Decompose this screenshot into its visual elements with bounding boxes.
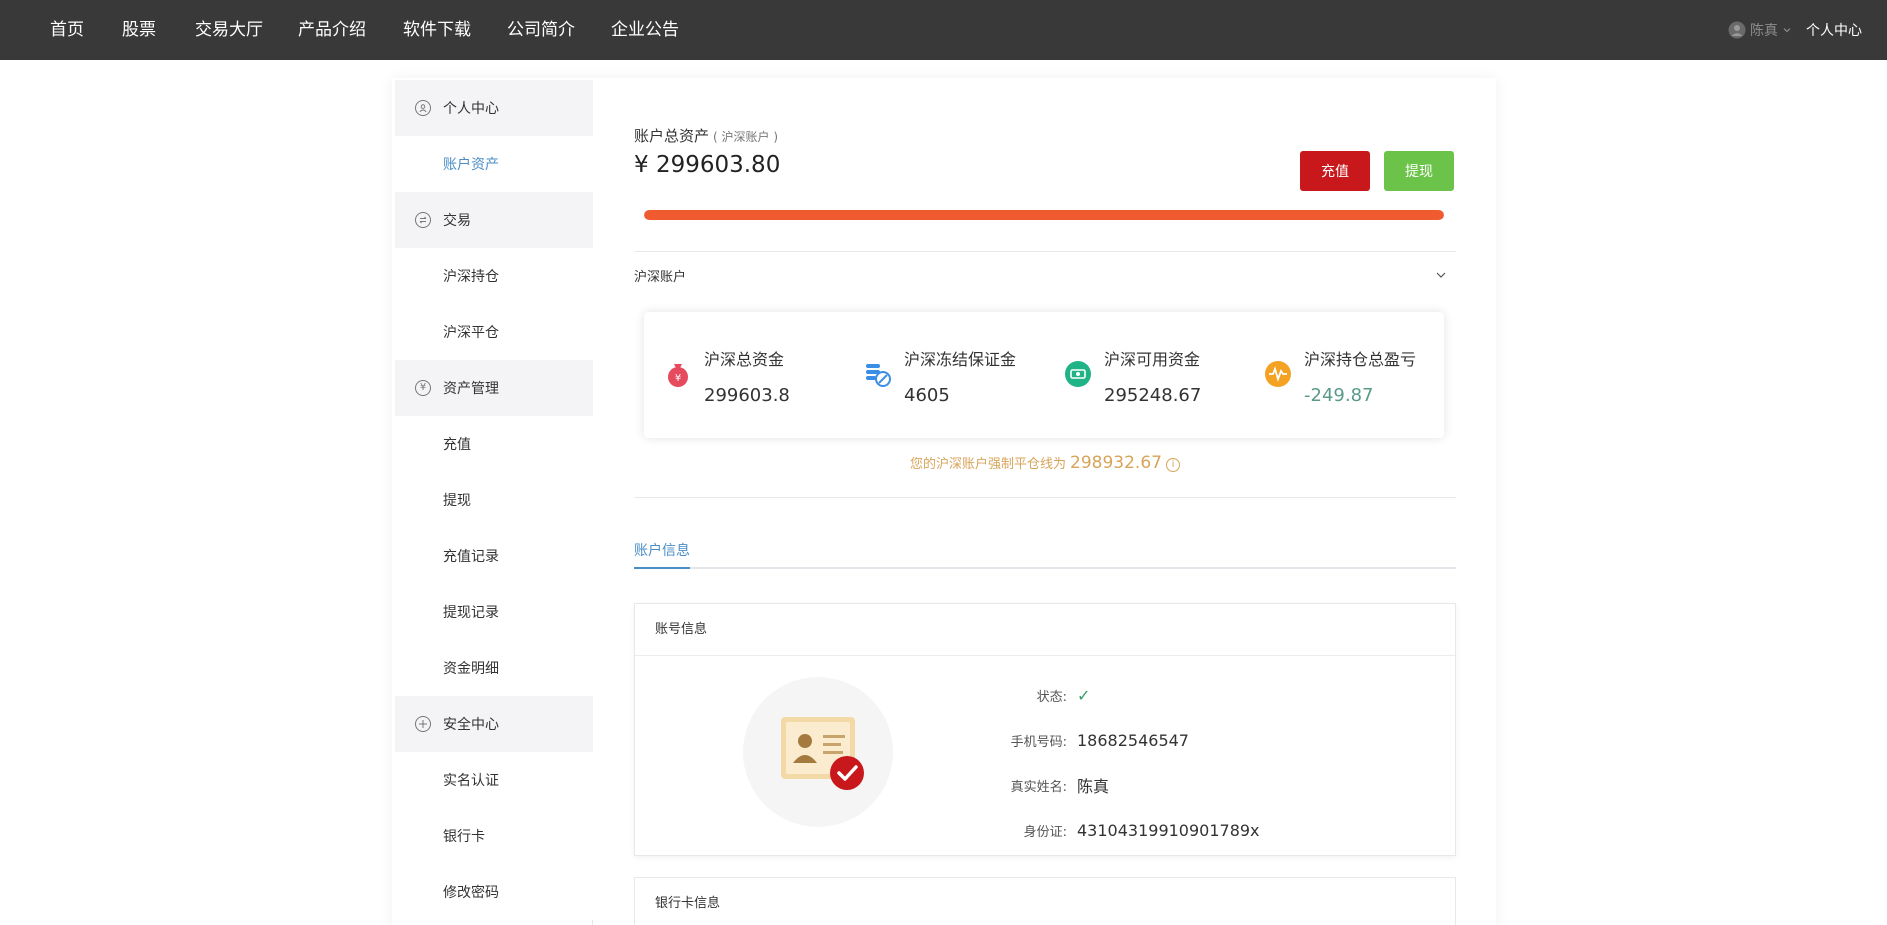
user-center-link[interactable]: 个人中心 (1806, 20, 1862, 40)
stat-value: -249.87 (1304, 385, 1374, 406)
top-nav: 首页 股票 交易大厅 产品介绍 软件下载 公司简介 企业公告 陈真 个人中心 (0, 0, 1887, 60)
bank-info-header: 银行卡信息 (655, 896, 721, 911)
account-info-panel: 账号信息 状态: ✓ 手机号码: 18682546547 真实姓名: 陈真 身份… (634, 603, 1456, 856)
nav-item-products[interactable]: 产品介绍 (298, 0, 366, 60)
asset-progress-bar (644, 210, 1444, 220)
sidebar-item-account-assets[interactable]: 账户资产 (395, 136, 593, 192)
sidebar-group-security: 安全中心 (395, 696, 593, 752)
account-stats: ¥ 沪深总资金 299603.8 沪深冻结保证金 4605 沪深可用资金 295… (644, 312, 1444, 438)
forced-liquidation-value: 298932.67 (1070, 453, 1162, 473)
account-info-header: 账号信息 (635, 604, 1455, 656)
sidebar-item-withdraw-records[interactable]: 提现记录 (395, 584, 593, 640)
stat-label: 沪深可用资金 (1104, 350, 1201, 369)
forced-liquidation-notice: 您的沪深账户强制平仓线为 298932.67 i (634, 453, 1456, 473)
tab-active-indicator (634, 567, 690, 569)
stat-label: 沪深持仓总盈亏 (1304, 350, 1417, 369)
account-section-label: 沪深账户 (634, 270, 687, 285)
sidebar-group-asset-management: ¥ 资产管理 (395, 360, 593, 416)
id-card-verified-icon (743, 677, 893, 827)
nav-item-downloads[interactable]: 软件下载 (403, 0, 471, 60)
info-row-status: 状态: ✓ (955, 680, 1435, 710)
total-assets-subtitle: ( 沪深账户 ) (713, 130, 779, 144)
withdraw-button[interactable]: 提现 (1384, 151, 1454, 191)
sidebar-item-closed-positions[interactable]: 沪深平仓 (395, 304, 593, 360)
info-label: 身份证: (1023, 824, 1067, 840)
total-assets-value: ¥ 299603.80 (634, 152, 781, 178)
stat-frozen-margin: 沪深冻结保证金 4605 (844, 312, 1044, 438)
user-name: 陈真 (1750, 23, 1778, 39)
tab-account-info[interactable]: 账户信息 (634, 540, 690, 560)
recharge-button[interactable]: 充值 (1300, 151, 1370, 191)
chevron-down-icon (1783, 28, 1791, 33)
sidebar-group-label: 个人中心 (443, 101, 499, 117)
user-menu[interactable]: 陈真 (1728, 20, 1792, 40)
sidebar-item-verification[interactable]: 实名认证 (395, 752, 593, 808)
sidebar-group-personal: 个人中心 (395, 80, 593, 136)
stat-available-funds: 沪深可用资金 295248.67 (1044, 312, 1244, 438)
stat-label: 沪深总资金 (704, 350, 785, 369)
stat-label: 沪深冻结保证金 (904, 350, 1017, 369)
pulse-icon (1265, 361, 1291, 387)
avatar-icon (1728, 21, 1746, 39)
sidebar-item-withdraw[interactable]: 提现 (395, 472, 593, 528)
info-label: 手机号码: (1010, 734, 1067, 750)
total-assets-label: 账户总资产 (634, 127, 710, 145)
exchange-icon (415, 212, 431, 228)
total-assets-title: 账户总资产( 沪深账户 ) (634, 125, 778, 146)
user-area: 陈真 个人中心 (1728, 0, 1862, 60)
sidebar-group-label: 交易 (443, 213, 471, 229)
nav-item-stocks[interactable]: 股票 (122, 0, 156, 60)
sidebar-item-change-password[interactable]: 修改密码 (395, 864, 593, 920)
nav-item-announcements[interactable]: 企业公告 (611, 0, 679, 60)
info-icon[interactable]: i (1165, 457, 1180, 472)
sidebar: 个人中心 账户资产 交易 沪深持仓 沪深平仓 ¥ 资产管理 充值 提现 充值记录… (395, 80, 593, 925)
divider (634, 497, 1456, 498)
nav-item-home[interactable]: 首页 (50, 0, 84, 60)
phone-value: 18682546547 (1077, 730, 1189, 750)
sidebar-item-fund-details[interactable]: 资金明细 (395, 640, 593, 696)
sidebar-item-bank-card[interactable]: 银行卡 (395, 808, 593, 864)
user-icon (415, 100, 431, 116)
sidebar-item-recharge-records[interactable]: 充值记录 (395, 528, 593, 584)
sidebar-group-trade: 交易 (395, 192, 593, 248)
yen-icon: ¥ (415, 380, 431, 396)
real-name-value: 陈真 (1077, 777, 1110, 796)
info-label: 真实姓名: (1010, 779, 1067, 795)
shield-icon (415, 716, 431, 732)
stat-total-funds: ¥ 沪深总资金 299603.8 (644, 312, 844, 438)
nav-item-trading-hall[interactable]: 交易大厅 (195, 0, 263, 60)
svg-text:¥: ¥ (675, 373, 681, 384)
stat-value: 295248.67 (1104, 385, 1202, 406)
nav-item-about[interactable]: 公司简介 (507, 0, 575, 60)
divider (634, 251, 1456, 252)
asset-progress-fill (644, 210, 1444, 220)
info-row-real-name: 真实姓名: 陈真 (955, 770, 1435, 800)
sidebar-item-recharge[interactable]: 充值 (395, 416, 593, 472)
bank-info-panel: 银行卡信息 (634, 877, 1456, 925)
money-bag-icon: ¥ (668, 364, 688, 387)
tab-bar-line (634, 567, 1456, 569)
id-card-value: 43104319910901789x (1077, 820, 1260, 840)
check-icon: ✓ (1077, 685, 1091, 705)
info-row-id-card: 身份证: 43104319910901789x (955, 815, 1435, 845)
sidebar-item-positions[interactable]: 沪深持仓 (395, 248, 593, 304)
sidebar-group-label: 资产管理 (443, 381, 499, 397)
stat-value: 299603.8 (704, 385, 790, 406)
frozen-coins-icon (866, 364, 891, 387)
info-label: 状态: (1036, 689, 1067, 705)
forced-liquidation-text: 您的沪深账户强制平仓线为 (910, 457, 1067, 472)
chevron-down-icon[interactable] (1434, 268, 1448, 282)
info-row-phone: 手机号码: 18682546547 (955, 725, 1435, 755)
stat-position-pnl: 沪深持仓总盈亏 -249.87 (1244, 312, 1444, 438)
sidebar-group-label: 安全中心 (443, 717, 499, 733)
stat-value: 4605 (904, 385, 950, 406)
cash-icon (1065, 361, 1091, 387)
